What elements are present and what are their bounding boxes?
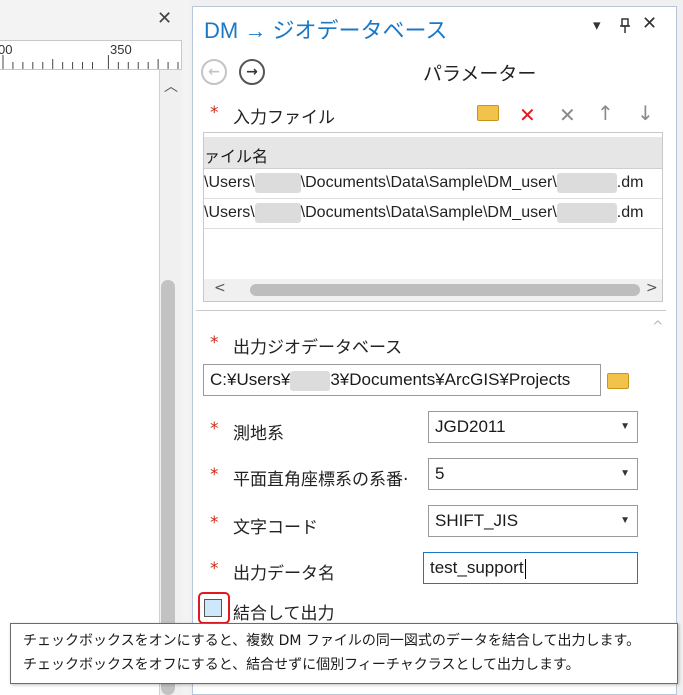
row-path-ext: .dm	[616, 174, 644, 192]
output-name-field[interactable]: test_support	[423, 552, 638, 584]
parameters-tab-title[interactable]: パラメーター	[423, 59, 536, 86]
plane-rect-select[interactable]: 5 ▼	[428, 458, 638, 490]
layout-canvas[interactable]	[0, 70, 160, 695]
move-down-icon[interactable]: ↓	[637, 103, 654, 123]
required-mark: *	[210, 103, 219, 123]
required-mark: *	[210, 419, 219, 439]
geodetic-select[interactable]: JGD2011 ▼	[428, 411, 638, 443]
charset-value: SHIFT_JIS	[435, 511, 519, 530]
close-map-tab-icon[interactable]: ✕	[157, 8, 172, 29]
table-row[interactable]: \Users\ \Documents\Data\Sample\DM_user\ .d…	[204, 169, 662, 199]
geodetic-label: 測地系	[233, 424, 284, 444]
ruler-ticks	[2, 55, 179, 69]
vertical-scrollbar[interactable]: ︿	[160, 70, 182, 695]
forward-button[interactable]: →	[239, 59, 265, 85]
input-files-label: 入力ファイル	[233, 108, 335, 128]
text-cursor	[524, 558, 526, 579]
plane-rect-label: 平面直角座標系の系番·	[233, 470, 409, 490]
output-gdb-value-end: 3¥Documents¥ArcGIS¥Projects	[330, 370, 571, 389]
input-files-table: ァイル名 \Users\ \Documents\Data\Sample\DM_us…	[203, 132, 663, 302]
arrow-right-icon: →	[246, 64, 258, 80]
output-gdb-field[interactable]: C:¥Users¥ 3¥Documents¥ArcGIS¥Projects	[203, 364, 601, 396]
checkbox-tooltip: チェックボックスをオンにすると、複数 DM ファイルの同一図式のデータを結合して…	[10, 623, 678, 684]
charset-label: 文字コード	[233, 518, 318, 538]
row-path-middle: \Documents\Data\Sample\DM_user\	[300, 174, 557, 192]
output-gdb-label: 出力ジオデータベース	[233, 338, 403, 358]
output-name-label: 出力データ名	[233, 564, 335, 584]
move-up-icon[interactable]: ↑	[597, 103, 614, 123]
row-path-middle: \Documents\Data\Sample\DM_user\	[300, 204, 557, 222]
chevron-up-icon[interactable]: ︿	[164, 76, 178, 96]
back-button[interactable]: ←	[201, 59, 227, 85]
arrow-left-icon: ←	[208, 64, 220, 80]
plane-rect-value: 5	[435, 464, 445, 483]
redacted-filename	[556, 203, 617, 223]
required-mark: *	[210, 465, 219, 485]
section-divider	[196, 310, 666, 311]
scroll-left-icon[interactable]: <	[214, 280, 226, 296]
folder-open-icon[interactable]	[477, 105, 499, 121]
charset-select[interactable]: SHIFT_JIS ▼	[428, 505, 638, 537]
close-pane-icon[interactable]: ✕	[642, 13, 657, 34]
collapse-caret-icon[interactable]: ^	[652, 319, 664, 335]
horizontal-scrollbar[interactable]: < >	[204, 279, 662, 301]
required-mark: *	[210, 333, 219, 353]
column-header-filename[interactable]: ァイル名	[204, 137, 662, 169]
chevron-down-icon: ▼	[620, 468, 630, 479]
tooltip-line-2: チェックボックスをオフにすると、結合せずに個別フィーチャクラスとして出力します。	[23, 657, 580, 673]
required-mark: *	[210, 513, 219, 533]
pane-options-icon[interactable]: ▾	[593, 16, 601, 34]
pane-title: DM → ジオデータベース	[204, 18, 448, 43]
browse-folder-icon[interactable]	[607, 373, 629, 389]
redacted-filename	[556, 173, 617, 193]
ruler: 00 350	[0, 40, 182, 70]
redacted-username	[290, 370, 331, 391]
redacted-username	[254, 173, 301, 193]
row-path-start: \Users\	[204, 174, 255, 192]
redacted-username	[254, 203, 301, 223]
remove-red-x-icon[interactable]: ✕	[519, 105, 536, 125]
scrollbar-thumb[interactable]	[250, 284, 640, 296]
row-path-ext: .dm	[616, 204, 644, 222]
row-path-start: \Users\	[204, 204, 255, 222]
geoprocessing-pane: DM → ジオデータベース ▾ ✕ ← → パラメーター * 入力ファイル ✕ …	[192, 6, 677, 695]
clear-x-icon[interactable]: ✕	[559, 105, 576, 125]
chevron-down-icon: ▼	[620, 515, 630, 526]
map-view-area: ✕ 00 350 ︿	[0, 0, 190, 695]
merge-output-label[interactable]: 結合して出力	[233, 599, 335, 624]
table-row[interactable]: \Users\ \Documents\Data\Sample\DM_user\ .d…	[204, 199, 662, 229]
scroll-right-icon[interactable]: >	[646, 280, 658, 296]
pin-icon[interactable]	[619, 18, 631, 38]
required-mark: *	[210, 559, 219, 579]
chevron-down-icon: ▼	[620, 421, 630, 432]
merge-output-checkbox[interactable]	[204, 599, 222, 617]
output-gdb-value-start: C:¥Users¥	[210, 370, 291, 389]
tooltip-line-1: チェックボックスをオンにすると、複数 DM ファイルの同一図式のデータを結合して…	[23, 633, 641, 649]
output-name-value: test_support	[430, 558, 524, 577]
geodetic-value: JGD2011	[435, 417, 506, 436]
